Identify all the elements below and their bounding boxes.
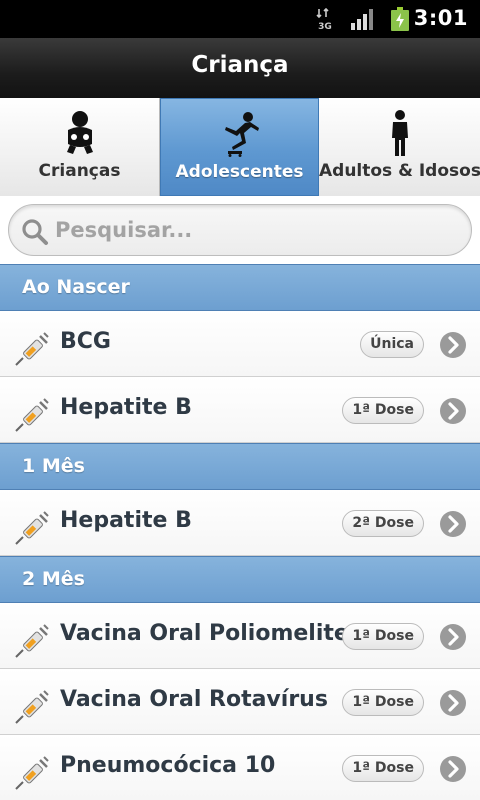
dose-badge: 1ª Dose [342,755,424,782]
chevron-right-icon[interactable] [439,755,467,783]
dose-badge: 2ª Dose [342,510,424,537]
syringe-icon [15,332,49,366]
vaccine-name: Vacina Oral Rotavírus [60,687,328,712]
category-tabs: Crianças Adolescentes Adultos & Idosos [0,98,480,196]
svg-text:3G: 3G [318,22,332,30]
vaccine-name: Hepatite B [60,395,192,420]
title-bar: Criança [0,38,480,98]
syringe-icon [15,624,49,658]
tab-criancas[interactable]: Crianças [0,98,160,196]
list-item[interactable]: Hepatite B 2ª Dose [0,490,480,556]
status-time: 3:01 [413,6,468,30]
search-icon [22,219,48,245]
vaccine-name: BCG [60,329,111,354]
dose-badge: Única [360,331,424,358]
list-item[interactable]: BCG Única [0,311,480,377]
vaccine-name: Pneumocócica 10 [60,753,276,778]
signal-strength-icon [351,9,373,30]
page-title: Criança [191,52,289,78]
syringe-icon [15,511,49,545]
section-header-1-mes: 1 Mês [0,443,480,490]
list-item[interactable]: Vacina Oral Poliomelite 1ª Dose [0,603,480,669]
adult-person-icon [391,110,408,156]
syringe-icon [15,756,49,790]
skater-icon [224,112,259,157]
list-item[interactable]: Hepatite B 1ª Dose [0,377,480,443]
syringe-icon [15,398,49,432]
tab-adolescentes[interactable]: Adolescentes [160,98,319,196]
baby-icon [66,111,93,154]
section-header-ao-nascer: Ao Nascer [0,264,480,311]
tab-label: Crianças [38,161,121,181]
dose-badge: 1ª Dose [342,689,424,716]
chevron-right-icon[interactable] [439,397,467,425]
vaccine-name: Vacina Oral Poliomelite [60,621,349,646]
chevron-right-icon[interactable] [439,510,467,538]
chevron-right-icon[interactable] [439,331,467,359]
tab-label: Adolescentes [175,162,304,182]
tab-adultos-idosos[interactable]: Adultos & Idosos [319,98,480,196]
chevron-right-icon[interactable] [439,623,467,651]
dose-badge: 1ª Dose [342,623,424,650]
search-area [0,196,480,264]
vaccine-list: Ao Nascer BCG Única Hepatite B 1ª Dose 1… [0,264,480,800]
dose-badge: 1ª Dose [342,397,424,424]
status-bar: 3G 3:01 [0,0,480,38]
network-3g-icon: 3G [316,8,332,30]
tab-label: Adultos & Idosos [319,161,480,181]
search-box[interactable] [8,204,472,256]
syringe-icon [15,690,49,724]
chevron-right-icon[interactable] [439,689,467,717]
vaccine-name: Hepatite B [60,508,192,533]
list-item[interactable]: Pneumocócica 10 1ª Dose [0,735,480,800]
search-input[interactable] [55,213,455,247]
list-item[interactable]: Vacina Oral Rotavírus 1ª Dose [0,669,480,735]
section-header-2-mes: 2 Mês [0,556,480,603]
battery-charging-icon [391,7,409,31]
